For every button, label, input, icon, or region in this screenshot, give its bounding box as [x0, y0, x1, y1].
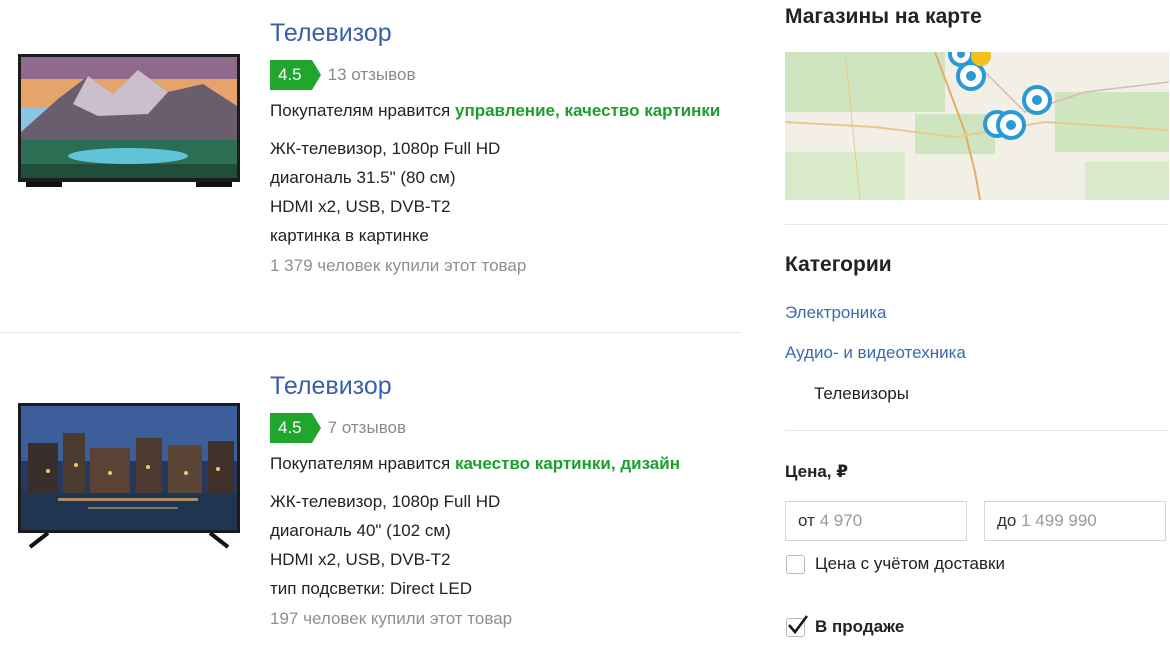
price-title: Цена, ₽: [785, 462, 849, 481]
on-sale-checkbox[interactable]: [786, 615, 809, 637]
like-tag: качество картинки: [564, 101, 721, 120]
price-from-placeholder: 4 970: [819, 511, 863, 530]
delivery-checkbox[interactable]: [786, 555, 805, 574]
likes-prefix: Покупателям нравится: [270, 101, 451, 120]
current-category: Телевизоры: [814, 384, 909, 403]
divider: [785, 430, 1168, 431]
category-link[interactable]: Электроника: [785, 303, 887, 323]
spec-list: ЖК-телевизор, 1080p Full HD диагональ 31…: [270, 134, 742, 250]
category-link[interactable]: Аудио- и видеотехника: [785, 343, 966, 363]
divider: [785, 224, 1168, 225]
checkmark-icon: [788, 615, 809, 635]
spec-item: тип подсветки: Direct LED: [270, 579, 472, 598]
spec-list: ЖК-телевизор, 1080p Full HD диагональ 40…: [270, 487, 742, 603]
rating-badge: 4.5: [270, 413, 321, 443]
on-sale-checkbox-label[interactable]: В продаже: [815, 617, 904, 637]
purchase-count: 1 379 человек купили этот товар: [270, 256, 527, 275]
spec-item: HDMI x2, USB, DVB-T2: [270, 197, 451, 216]
reviews-link[interactable]: 7 отзывов: [328, 418, 406, 438]
like-tag: качество картинки: [454, 454, 611, 473]
tv-image[interactable]: [18, 54, 240, 188]
categories-title: Категории: [785, 253, 892, 276]
price-from-input[interactable]: от 4 970: [785, 501, 967, 541]
price-from-prefix: от: [798, 511, 815, 530]
product-card: Телевизор 4.5 7 отзывов Покупателям нрав…: [0, 333, 742, 660]
spec-item: диагональ 31.5" (80 см): [270, 168, 456, 187]
product-card: Телевизор 4.5 13 отзывов Покупателям нра…: [0, 0, 742, 333]
customer-likes: Покупателям нравится управление, качеств…: [270, 99, 742, 123]
like-tag: дизайн: [620, 454, 680, 473]
spec-item: картинка в картинке: [270, 226, 429, 245]
spec-item: HDMI x2, USB, DVB-T2: [270, 550, 451, 569]
spec-item: ЖК-телевизор, 1080p Full HD: [270, 139, 501, 158]
spec-item: диагональ 40" (102 см): [270, 521, 451, 540]
spec-item: ЖК-телевизор, 1080p Full HD: [270, 492, 501, 511]
purchase-count: 197 человек купили этот товар: [270, 609, 513, 628]
map-section-title: Магазины на карте: [785, 5, 982, 28]
like-tag: управление: [454, 101, 555, 120]
delivery-checkbox-label[interactable]: Цена с учётом доставки: [815, 554, 1005, 574]
tv-image[interactable]: [18, 403, 240, 551]
stores-map[interactable]: [785, 52, 1169, 200]
price-to-prefix: до: [997, 511, 1017, 530]
product-title-link[interactable]: Телевизор: [270, 371, 392, 401]
likes-prefix: Покупателям нравится: [270, 454, 451, 473]
rating-badge: 4.5: [270, 60, 321, 90]
customer-likes: Покупателям нравится качество картинки, …: [270, 452, 742, 476]
price-to-placeholder: 1 499 990: [1021, 511, 1097, 530]
price-to-input[interactable]: до 1 499 990: [984, 501, 1166, 541]
like-separator: ,: [610, 454, 621, 473]
reviews-link[interactable]: 13 отзывов: [328, 65, 416, 85]
product-title-link[interactable]: Телевизор: [270, 18, 392, 48]
